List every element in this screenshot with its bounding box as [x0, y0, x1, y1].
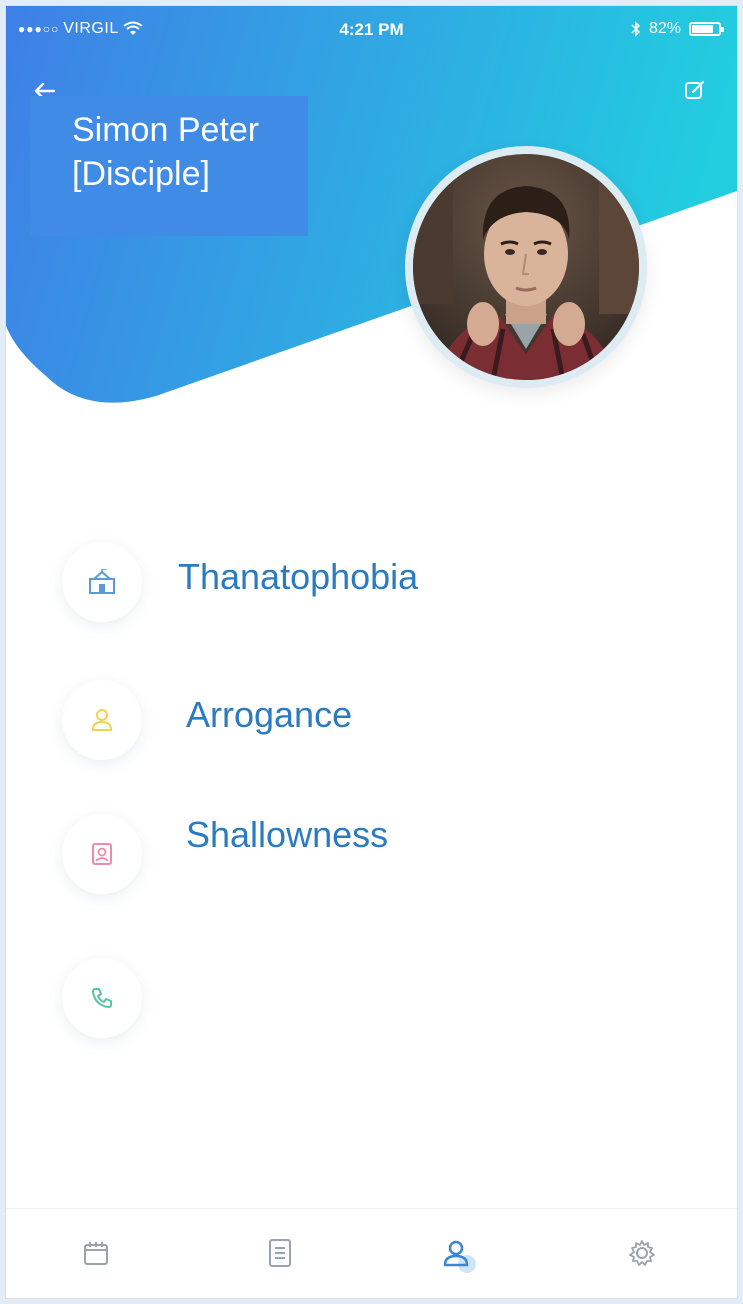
settings-icon[interactable]	[620, 1231, 664, 1275]
profile-name: Simon Peter	[72, 111, 260, 149]
list-item[interactable]	[6, 958, 737, 1048]
user-icon[interactable]	[434, 1231, 478, 1275]
row-label: Shallowness	[186, 814, 389, 855]
battery-icon	[689, 22, 724, 36]
list-item[interactable]: Arrogance	[6, 680, 737, 770]
phone-icon	[62, 958, 142, 1038]
edit-icon[interactable]	[683, 78, 707, 102]
list-item[interactable]: Shallowness	[6, 814, 737, 904]
status-time: 4:21 PM	[339, 20, 404, 39]
row-label: Arrogance	[186, 694, 353, 735]
row-label: Thanatophobia	[178, 556, 419, 597]
avatar-ring	[405, 146, 647, 388]
profile-role: [Disciple]	[72, 155, 210, 194]
person-icon	[62, 680, 142, 760]
list-item[interactable]: Thanatophobia	[6, 542, 737, 632]
bluetooth-icon	[631, 21, 641, 37]
bottom-nav	[6, 1208, 737, 1298]
document-icon[interactable]	[258, 1231, 302, 1275]
name-box: Simon Peter [Disciple]	[30, 96, 308, 236]
status-bar: ●●●○○ VIRGIL 4:21 PM 82%	[6, 6, 737, 56]
id-card-icon	[62, 814, 142, 894]
battery-percent: 82%	[648, 20, 681, 37]
status-right: 82%	[631, 20, 724, 38]
avatar[interactable]	[413, 154, 639, 380]
calendar-icon[interactable]	[74, 1231, 118, 1275]
battery-fill	[692, 25, 714, 33]
profile-screen: ●●●○○ VIRGIL 4:21 PM 82% Simon Peter [Di…	[6, 6, 737, 1298]
school-icon	[62, 542, 142, 622]
